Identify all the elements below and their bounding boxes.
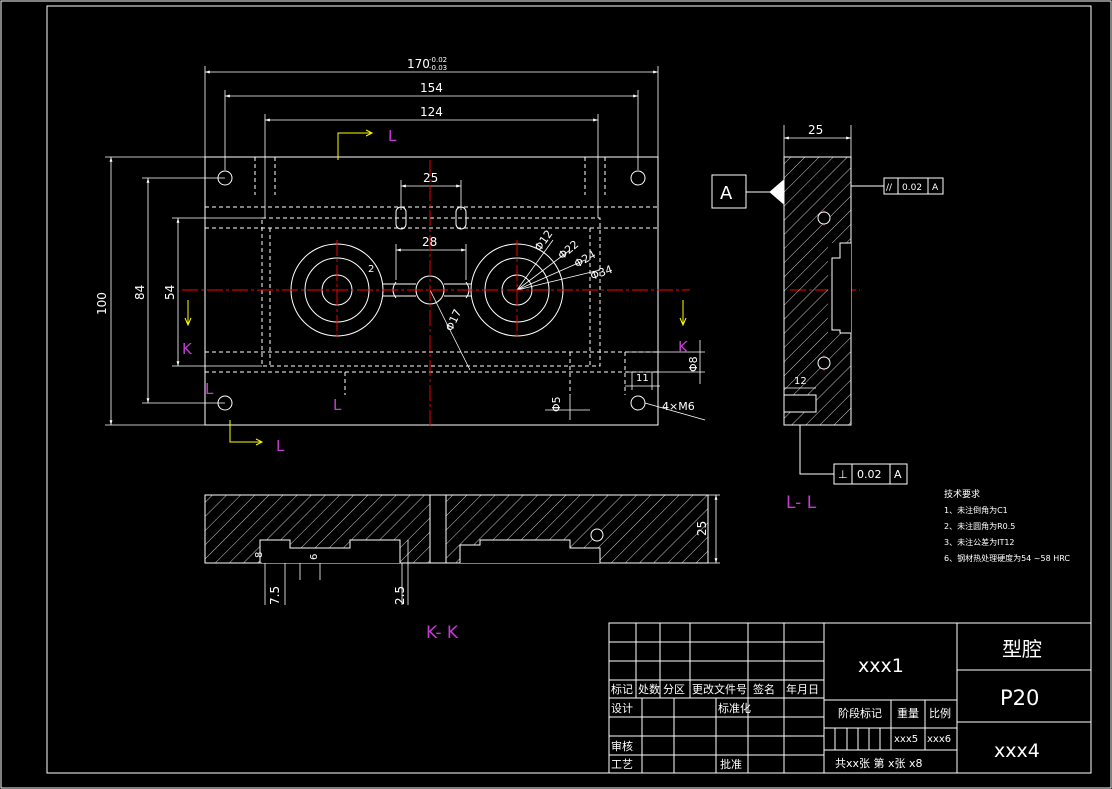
dim-25-kk: 25 [695,521,709,536]
dim-12: 12 [794,376,807,387]
dim-25-side: 25 [808,123,823,137]
screw-hole [630,170,646,186]
technical-notes: 技术要求 1、未注倒角为C1 2、未注圆角为R0.5 3、未注公差为IT12 6… [944,488,1070,563]
dim-2-5: 2.5 [393,586,407,605]
tb-change-doc: 更改文件号 [692,682,747,696]
dim-25-top: 25 [423,171,438,185]
section-label-ll: L- L [786,493,817,513]
dim-phi8: Φ8 [687,356,700,372]
svg-text:⊥: ⊥ [838,468,848,481]
section-label-L4: L [276,437,285,455]
tb-approve: 批准 [720,757,742,771]
tb-zone: 分区 [663,683,685,696]
outer-frame [0,0,1112,789]
front-view [105,66,706,426]
centerlines [182,160,860,428]
dim-28: 28 [422,235,437,249]
dim-170: 170 [407,57,430,71]
dim-100: 100 [95,292,109,315]
inner-frame [46,5,1092,774]
svg-text:0.02: 0.02 [857,468,882,481]
dim-154: 154 [420,81,443,95]
datum-a: A [720,183,733,204]
section-label-kk: K- K [426,623,459,643]
tb-design: 设计 [611,702,633,715]
dim-124: 124 [420,105,443,119]
tb-drawing-no: xxx1 [858,655,904,677]
side-view-ll [711,125,884,475]
dim-6: 6 [309,554,320,560]
notes-title: 技术要求 [944,488,980,500]
dim-phi12: Φ12 [532,228,556,254]
section-label-L1: L [388,127,397,145]
tb-code: P20 [1000,686,1039,710]
tb-scale-val: xxx6 [927,734,951,745]
dim-54: 54 [163,285,177,300]
tb-company: xxx4 [994,740,1040,762]
tb-review: 审核 [611,739,633,753]
dim-11: 11 [636,373,649,384]
tb-date: 年月日 [786,682,819,696]
tb-sheets: 共xx张 第 x张 x8 [835,756,923,770]
note-item: 6、钢材热处理硬度为54 ~58 HRC [944,553,1070,563]
dim-7-5: 7.5 [268,586,282,605]
cad-drawing-canvas: 170 -0.02 -0.03 154 124 25 28 100 84 54 … [0,0,1112,789]
tb-standard: 标准化 [718,701,751,715]
svg-text:0.02: 0.02 [902,183,922,193]
dim-4xm6: 4×M6 [662,400,695,413]
svg-text:-0.03: -0.03 [429,64,447,72]
tb-mark: 标记 [611,682,633,696]
note-item: 2、未注圆角为R0.5 [944,521,1015,531]
section-view-kk [204,494,720,605]
screw-hole [630,395,646,411]
tb-sign: 签名 [753,682,775,696]
dim-phi17: Φ17 [443,307,464,333]
dim-phi5: Φ5 [550,396,563,412]
dim-phi34: Φ34 [589,263,615,283]
tb-weight: 重量 [897,706,919,720]
svg-text://: // [886,183,893,193]
tb-part-name: 型腔 [1002,637,1042,661]
tb-weight-val: xxx5 [894,734,918,745]
tb-count: 处数 [638,683,660,696]
svg-text:A: A [932,183,939,193]
dim-84: 84 [133,285,147,300]
note-item: 1、未注倒角为C1 [944,505,1008,515]
dim-170-tol: -0.02 [429,56,447,64]
section-label-L2: L [205,380,214,398]
section-label-K2: K [678,338,689,356]
tb-process: 工艺 [611,758,633,771]
note-item: 3、未注公差为IT12 [944,537,1015,547]
svg-text:A: A [894,468,902,481]
section-label-L3: L [333,396,342,414]
dim-8: 8 [254,552,265,558]
tb-stage-mark: 阶段标记 [838,706,882,720]
tb-scale: 比例 [929,706,951,720]
dim-2: 2 [368,264,374,275]
section-label-K1: K [182,340,193,358]
